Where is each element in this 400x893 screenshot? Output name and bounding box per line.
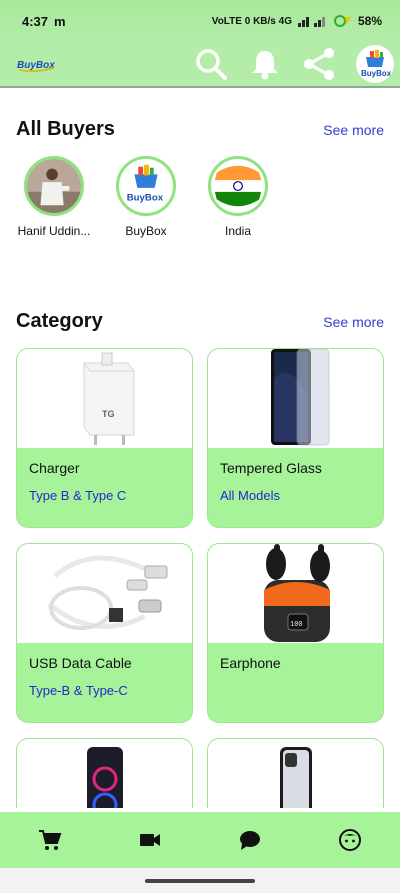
home-indicator[interactable] xyxy=(145,879,255,883)
buyer-avatar: BuyBox xyxy=(116,156,176,216)
buyer-item[interactable]: Hanif Uddin... xyxy=(16,156,92,238)
card-image: TG xyxy=(17,349,192,448)
category-card[interactable]: Tempered Glass All Models xyxy=(207,348,384,528)
chat-icon xyxy=(240,831,260,850)
card-image xyxy=(17,739,192,808)
buyer-item[interactable]: India xyxy=(200,156,276,238)
signal-icon xyxy=(297,17,325,27)
category-title: Category xyxy=(16,310,103,332)
search-icon xyxy=(196,49,227,80)
category-card[interactable]: 100 Earphone xyxy=(207,543,384,723)
buyer-avatar xyxy=(208,156,268,216)
buybox-logo[interactable]: BuyBox xyxy=(16,54,56,74)
category-name: USB Data Cable xyxy=(29,655,132,671)
app-bar: BuyBox BuyBox xyxy=(0,42,400,88)
main-content: All Buyers See more Hanif Uddin... BuyBo… xyxy=(0,90,400,808)
buyer-item[interactable]: BuyBox BuyBox xyxy=(108,156,184,238)
buyer-name: Hanif Uddin... xyxy=(17,224,91,238)
usb-cable-icon xyxy=(46,555,167,630)
card-image: 100 xyxy=(208,544,383,643)
share-button[interactable] xyxy=(302,47,336,81)
phone-case-icon xyxy=(279,747,312,808)
profile-logo-text: BuyBox xyxy=(361,69,392,78)
person-photo-icon xyxy=(27,159,81,213)
battery-icon xyxy=(333,15,351,27)
nav-video[interactable] xyxy=(133,823,167,857)
category-card[interactable]: TG Charger Type B & Type C xyxy=(16,348,193,528)
india-flag-icon xyxy=(214,162,262,210)
status-right-group: VoLTE 0 KB/s 4G 58% xyxy=(212,14,382,28)
card-image xyxy=(208,739,383,808)
category-name: Earphone xyxy=(220,655,281,671)
speaker-icon xyxy=(86,747,123,808)
share-icon xyxy=(304,48,334,80)
nav-profile[interactable] xyxy=(333,823,367,857)
category-card[interactable] xyxy=(207,738,384,808)
battery-percent: 58% xyxy=(357,14,382,28)
tempered-glass-icon xyxy=(270,349,329,446)
profile-avatar[interactable]: BuyBox xyxy=(356,45,394,83)
buyers-title: All Buyers xyxy=(16,118,115,140)
buyers-list: Hanif Uddin... BuyBox BuyBox India xyxy=(16,156,276,238)
card-image xyxy=(17,544,192,643)
cart-icon xyxy=(39,830,62,850)
system-nav-area xyxy=(0,868,400,893)
category-subtitle: Type-B & Type-C xyxy=(29,683,128,698)
buyer-name: India xyxy=(224,224,252,238)
video-icon xyxy=(140,834,160,846)
svg-text:100: 100 xyxy=(290,621,303,629)
bottom-navigation xyxy=(0,812,400,868)
charger-icon: TG xyxy=(83,352,134,445)
buybox-logo-icon: BuyBox xyxy=(127,164,164,203)
earbuds-icon: 100 xyxy=(263,544,330,642)
search-button[interactable] xyxy=(194,47,228,81)
buyer-name: BuyBox xyxy=(125,224,167,238)
category-see-more-link[interactable]: See more xyxy=(323,314,384,330)
category-grid: TG Charger Type B & Type C Tempered Glas… xyxy=(16,348,384,808)
buyer-avatar xyxy=(24,156,84,216)
svg-text:BuyBox: BuyBox xyxy=(127,192,164,203)
category-header: Category See more xyxy=(16,310,384,333)
category-name: Charger xyxy=(29,460,80,476)
status-app-indicator: m xyxy=(54,13,66,29)
buybox-avatar-icon: BuyBox xyxy=(361,50,392,78)
category-name: Tempered Glass xyxy=(220,460,322,476)
buyers-header: All Buyers See more xyxy=(16,118,384,141)
status-bar: 4:37 m VoLTE 0 KB/s 4G 58% xyxy=(0,0,400,42)
category-subtitle: Type B & Type C xyxy=(29,488,127,503)
bell-icon xyxy=(252,51,278,80)
network-labels: VoLTE 0 KB/s 4G xyxy=(211,15,292,27)
category-card[interactable] xyxy=(16,738,193,808)
profile-icon xyxy=(339,829,361,851)
status-time: 4:37 xyxy=(22,13,49,29)
buybox-logo-icon: BuyBox xyxy=(17,60,55,72)
app-bar-actions: BuyBox xyxy=(194,45,394,83)
category-card[interactable]: USB Data Cable Type-B & Type-C xyxy=(16,543,193,723)
svg-text:TG: TG xyxy=(102,409,115,419)
nav-chat[interactable] xyxy=(233,823,267,857)
card-image xyxy=(208,349,383,448)
nav-cart[interactable] xyxy=(33,823,67,857)
category-subtitle: All Models xyxy=(220,488,280,503)
buyers-see-more-link[interactable]: See more xyxy=(323,122,384,138)
notifications-button[interactable] xyxy=(248,47,282,81)
